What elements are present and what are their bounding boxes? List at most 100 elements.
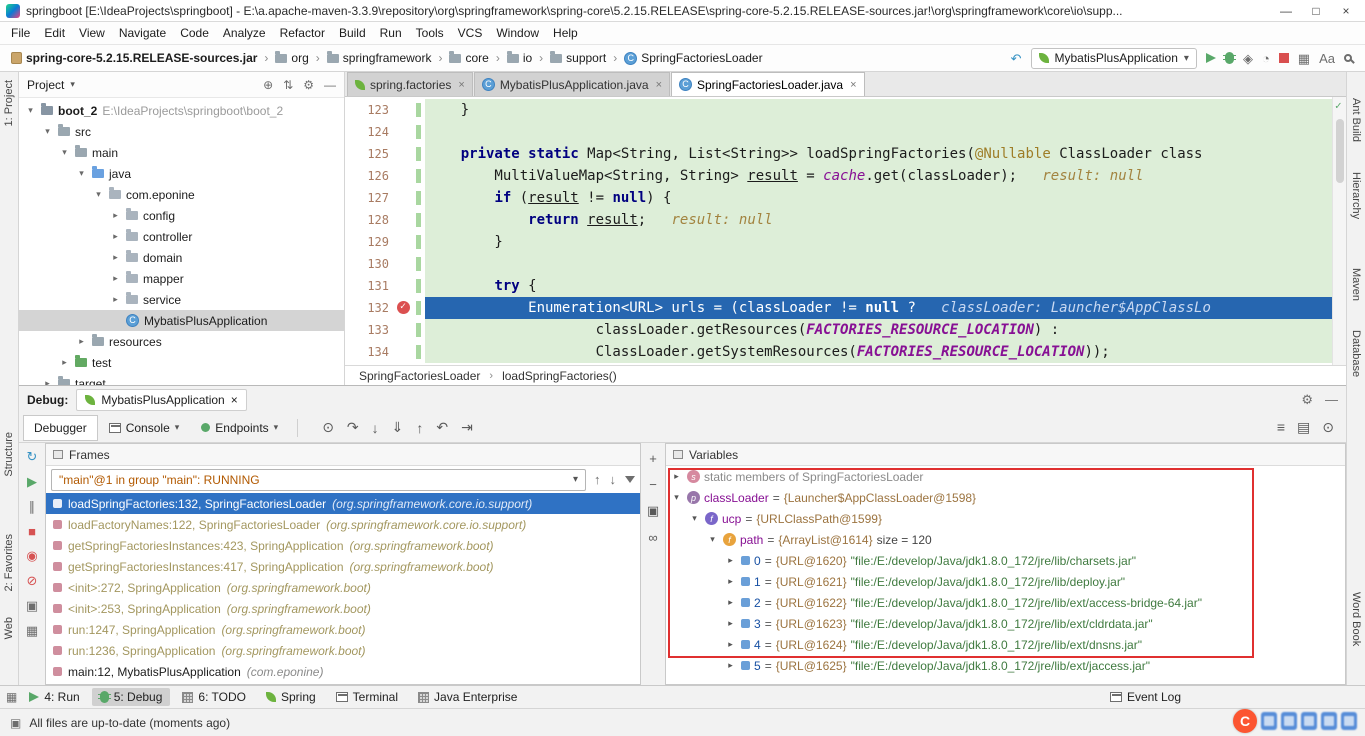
tree-arrow-icon[interactable]: ▸	[724, 660, 737, 671]
project-tree-item[interactable]: MybatisPlusApplication	[19, 310, 344, 331]
variable-item[interactable]: ▸ s static members of SpringFactoriesLoade…	[666, 466, 1345, 487]
frame-item[interactable]: main:12, MybatisPlusApplication (com.epo…	[46, 661, 640, 682]
show-execution-point-icon[interactable]: ⊙	[322, 419, 334, 436]
editor-tab[interactable]: SpringFactoriesLoader.java ×	[671, 72, 865, 96]
line-number[interactable]: 123	[345, 99, 395, 121]
project-tree-item[interactable]: ▸ controller	[19, 226, 344, 247]
code-line[interactable]: 133 classLoader.getResources(FACTORIES_R…	[345, 319, 1332, 341]
line-number[interactable]: 133	[345, 319, 395, 341]
tree-arrow-icon[interactable]: ▸	[110, 231, 121, 242]
thread-dump-icon[interactable]: ▣	[26, 598, 38, 614]
variable-item[interactable]: ▾ f ucp = {URLClassPath@1599}	[666, 508, 1345, 529]
tool-button-hierarchy[interactable]: Hierarchy	[1350, 172, 1362, 219]
close-icon[interactable]: ×	[850, 79, 856, 91]
tool-window-switcher-icon[interactable]: ▦	[6, 690, 17, 704]
project-tree-item[interactable]: ▸ mapper	[19, 268, 344, 289]
tree-arrow-icon[interactable]: ▾	[59, 147, 70, 158]
tool-button-terminal[interactable]: Terminal	[328, 688, 406, 706]
frames-list[interactable]: loadSpringFactories:132, SpringFactories…	[46, 493, 640, 684]
variable-item[interactable]: ▸ 4 = {URL@1624} "file:/E:/develop/Java/j…	[666, 634, 1345, 655]
scrollbar-thumb[interactable]	[1336, 119, 1344, 183]
tab-debugger[interactable]: Debugger	[23, 414, 98, 441]
breadcrumb-item[interactable]: SpringFactoriesLoader	[621, 49, 765, 67]
pause-icon[interactable]: ∥	[29, 499, 36, 515]
line-number[interactable]: 127	[345, 187, 395, 209]
tree-arrow-icon[interactable]: ▸	[110, 273, 121, 284]
code-line[interactable]: 132 Enumeration<URL> urls = (classLoader…	[345, 297, 1332, 319]
coverage-button[interactable]: ◈	[1243, 52, 1253, 65]
editor-scrollbar[interactable]: ✓	[1332, 97, 1346, 365]
project-tree[interactable]: ▾ boot_2 E:\IdeaProjects\springboot\boot_2…	[19, 98, 344, 385]
close-button[interactable]: ×	[1331, 4, 1361, 18]
tool-button-structure[interactable]: Structure	[3, 432, 15, 477]
menu-item-window[interactable]: Window	[489, 23, 546, 43]
menu-item-help[interactable]: Help	[546, 23, 585, 43]
menu-item-tools[interactable]: Tools	[409, 23, 451, 43]
collapse-all-icon[interactable]: ⇅	[283, 78, 293, 92]
tool-button-spring[interactable]: Spring	[258, 688, 324, 706]
minimize-button[interactable]: —	[1271, 4, 1301, 18]
chevron-down-icon[interactable]: ▾	[70, 79, 75, 90]
tool-button-database[interactable]: Database	[1350, 330, 1362, 377]
menu-item-build[interactable]: Build	[332, 23, 373, 43]
variables-list[interactable]: ▸ s static members of SpringFactoriesLoade…	[666, 466, 1345, 684]
project-tree-item[interactable]: ▾ java	[19, 163, 344, 184]
layout-settings-icon[interactable]: ≡	[1277, 419, 1285, 436]
layout-icon[interactable]: ▦	[26, 623, 38, 639]
resume-icon[interactable]: ▶	[27, 474, 37, 490]
step-into-icon[interactable]: ↓	[372, 420, 379, 436]
hide-panel-icon[interactable]: —	[324, 78, 336, 92]
close-icon[interactable]: ×	[231, 393, 238, 407]
code-line[interactable]: 123 }	[345, 99, 1332, 121]
tree-arrow-icon[interactable]: ▸	[59, 357, 70, 368]
frame-item[interactable]: getSpringFactoriesInstances:423, SpringA…	[46, 535, 640, 556]
settings-icon[interactable]: ⚙	[1301, 392, 1313, 408]
menu-item-file[interactable]: File	[4, 23, 37, 43]
tool-button-javaenterprise[interactable]: Java Enterprise	[410, 688, 525, 706]
tree-arrow-icon[interactable]: ▸	[110, 294, 121, 305]
menu-item-view[interactable]: View	[72, 23, 112, 43]
tab-console[interactable]: Console ▾	[98, 415, 191, 441]
variable-item[interactable]: ▾ p classLoader = {Launcher$AppClassLoader…	[666, 487, 1345, 508]
locate-file-icon[interactable]: ⊕	[263, 78, 273, 92]
breadcrumb-item[interactable]: springframework	[324, 49, 435, 67]
tool-button-todo[interactable]: 6: TODO	[174, 688, 254, 706]
frame-item[interactable]: loadFactoryNames:122, SpringFactoriesLoa…	[46, 514, 640, 535]
line-number[interactable]: 126	[345, 165, 395, 187]
frame-item[interactable]: run:1247, SpringApplication (org.springf…	[46, 619, 640, 640]
project-tree-item[interactable]: ▾ main	[19, 142, 344, 163]
debug-button[interactable]	[1222, 52, 1236, 64]
tool-button-debug[interactable]: 5: Debug	[91, 688, 171, 706]
editor-tab[interactable]: spring.factories ×	[347, 72, 473, 96]
tree-arrow-icon[interactable]: ▸	[724, 597, 737, 608]
run-button[interactable]	[1205, 53, 1216, 63]
code-line[interactable]: 129 }	[345, 231, 1332, 253]
variable-item[interactable]: ▸ 0 = {URL@1620} "file:/E:/develop/Java/j…	[666, 550, 1345, 571]
hide-panel-icon[interactable]: —	[1325, 392, 1338, 408]
maximize-button[interactable]: □	[1301, 4, 1331, 18]
view-breakpoints-icon[interactable]: ◉	[26, 548, 37, 564]
project-tree-item[interactable]: ▾ com.eponine	[19, 184, 344, 205]
tree-arrow-icon[interactable]: ▾	[706, 534, 719, 545]
table-view-icon[interactable]: ▤	[1297, 419, 1310, 436]
breadcrumb-item[interactable]: core	[446, 49, 491, 67]
project-tree-item[interactable]: ▾ src	[19, 121, 344, 142]
step-over-icon[interactable]: ↷	[347, 419, 359, 436]
tool-button-antbuild[interactable]: Ant Build	[1350, 98, 1362, 142]
frame-item[interactable]: <init>:253, SpringApplication (org.sprin…	[46, 598, 640, 619]
line-number[interactable]: 132	[345, 297, 395, 319]
project-tree-item[interactable]: ▸ resources	[19, 331, 344, 352]
debug-session-tab[interactable]: MybatisPlusApplication ×	[76, 388, 247, 411]
stop-button[interactable]	[1278, 53, 1289, 63]
menu-item-code[interactable]: Code	[173, 23, 216, 43]
frame-item[interactable]: <init>:272, SpringApplication (org.sprin…	[46, 577, 640, 598]
tool-button-wordbook[interactable]: Word Book	[1350, 592, 1362, 646]
thread-selector[interactable]: "main"@1 in group "main": RUNNING ▾	[51, 468, 586, 491]
line-number[interactable]: 129	[345, 231, 395, 253]
tree-arrow-icon[interactable]: ▾	[688, 513, 701, 524]
drop-frame-icon[interactable]: ↶	[436, 419, 448, 436]
breakpoint-icon[interactable]	[395, 297, 413, 319]
tab-endpoints[interactable]: Endpoints ▾	[190, 415, 289, 441]
close-icon[interactable]: ×	[458, 79, 464, 91]
menu-item-refactor[interactable]: Refactor	[273, 23, 332, 43]
